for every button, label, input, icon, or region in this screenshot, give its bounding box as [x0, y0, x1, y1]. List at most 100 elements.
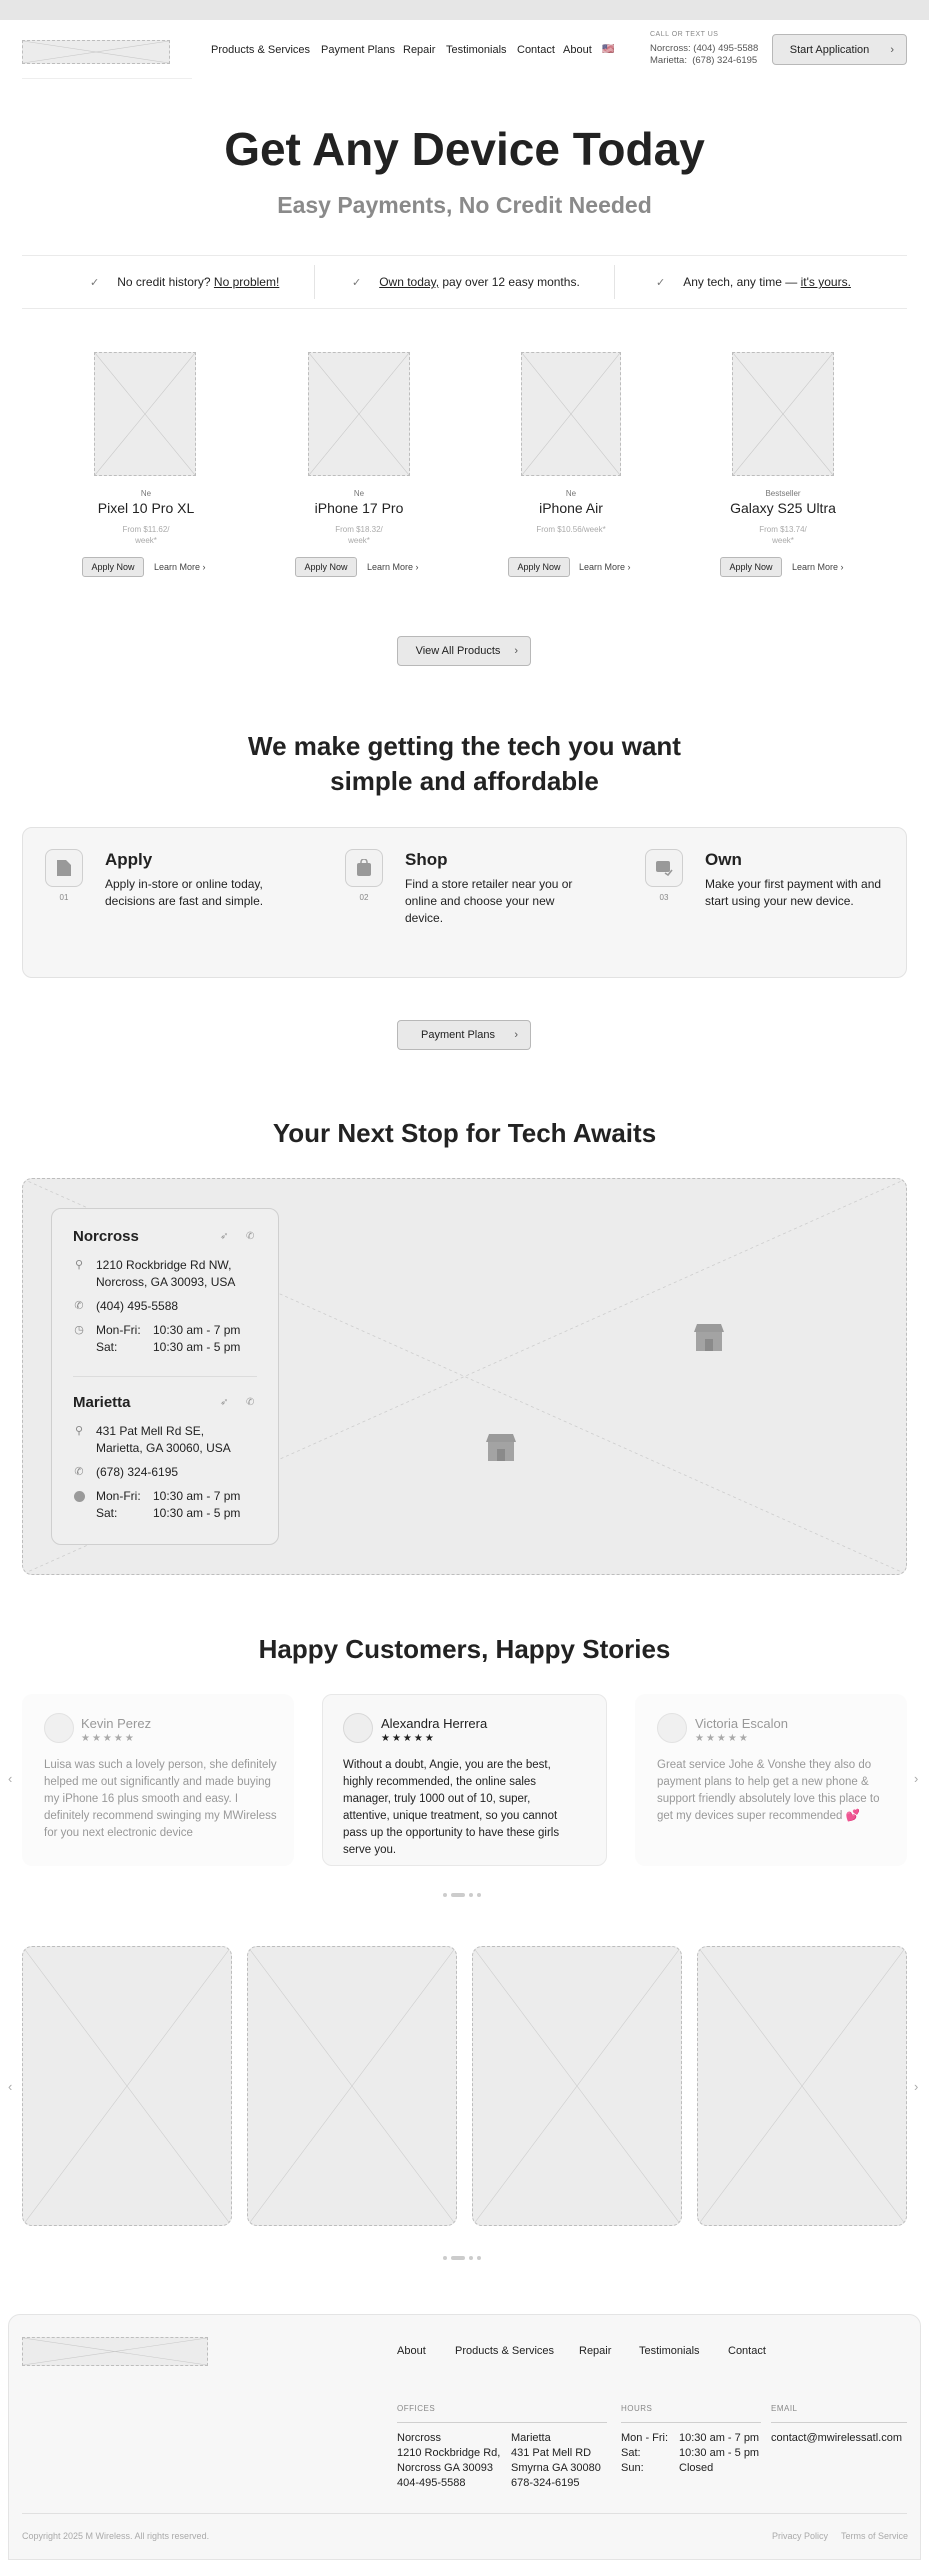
carousel-dot[interactable]: [443, 1893, 447, 1897]
nav-testimonials[interactable]: Testimonials: [446, 44, 507, 56]
product-title[interactable]: iPhone 17 Pro: [289, 501, 429, 516]
features-separator: [614, 265, 615, 299]
carousel-prev-icon[interactable]: ‹: [8, 1771, 12, 1786]
terms-of-service-link[interactable]: Terms of Service: [841, 2531, 908, 2541]
learn-more-link[interactable]: Learn More ›: [792, 562, 844, 572]
hours-day: Mon-Fri:: [96, 1489, 141, 1503]
footer-link-contact[interactable]: Contact: [728, 2345, 766, 2357]
carousel-dot[interactable]: [477, 1893, 481, 1897]
avatar: [657, 1713, 687, 1743]
footer-link-repair[interactable]: Repair: [579, 2345, 611, 2357]
product-title[interactable]: iPhone Air: [501, 501, 641, 516]
logo[interactable]: [22, 40, 170, 64]
gallery-image[interactable]: [697, 1946, 907, 2226]
carousel-dot-active[interactable]: [451, 2256, 465, 2260]
product-tag: Ne: [140, 489, 152, 498]
gallery-next-icon[interactable]: ›: [914, 2079, 918, 2094]
product-price-unit: week*: [772, 536, 794, 545]
product-title[interactable]: Galaxy S25 Ultra: [713, 501, 853, 516]
office-line: Norcross: [397, 2432, 442, 2444]
directions-icon[interactable]: ➶: [220, 1397, 228, 1408]
carousel-dot-active[interactable]: [451, 1893, 465, 1897]
product-image[interactable]: [521, 352, 621, 476]
start-application-button[interactable]: Start Application ›: [772, 34, 907, 65]
nav-contact[interactable]: Contact: [517, 44, 555, 56]
store-phone[interactable]: (678) 324-6195: [96, 1464, 178, 1481]
footer-link-about[interactable]: About: [397, 2345, 426, 2357]
footer-link-products[interactable]: Products & Services: [455, 2345, 554, 2357]
payment-plans-button[interactable]: Payment Plans ›: [397, 1020, 531, 1050]
store-marker-icon[interactable]: [485, 1432, 517, 1467]
step-item: 02: [345, 849, 383, 902]
call-label: CALL OR TEXT US: [650, 31, 719, 38]
footer-link-testimonials[interactable]: Testimonials: [639, 2345, 700, 2357]
copyright: Copyright 2025 M Wireless. All rights re…: [22, 2531, 210, 2541]
gallery-image[interactable]: [22, 1946, 232, 2226]
carousel-dot[interactable]: [469, 2256, 473, 2260]
feature-link[interactable]: No problem!: [214, 275, 279, 289]
office-line: 1210 Rockbridge Rd,: [397, 2447, 501, 2459]
office-norcross: Norcross 1210 Rockbridge Rd, Norcross GA…: [397, 2431, 500, 2491]
feature-link[interactable]: it's yours.: [801, 275, 851, 289]
hours-time: 10:30 am - 5 pm: [153, 1340, 241, 1354]
footer-logo[interactable]: [22, 2337, 208, 2366]
phone-marietta[interactable]: Marietta: (678) 324-6195: [650, 55, 757, 66]
privacy-policy-link[interactable]: Privacy Policy: [772, 2531, 828, 2541]
gallery-image[interactable]: [472, 1946, 682, 2226]
product-title[interactable]: Pixel 10 Pro XL: [76, 501, 216, 516]
store-name: Norcross: [73, 1228, 139, 1245]
nav-about[interactable]: About: [563, 44, 592, 56]
check-icon: ✓: [352, 277, 362, 289]
hours-day: Mon - Fri:: [621, 2432, 669, 2444]
phone-icon[interactable]: ✆: [246, 1397, 254, 1408]
avatar: [343, 1713, 373, 1743]
nav-repair[interactable]: Repair: [403, 44, 435, 56]
office-phone[interactable]: 678-324-6195: [511, 2476, 601, 2491]
store-phone[interactable]: (404) 495-5588: [96, 1298, 178, 1315]
store-address-line: 431 Pat Mell Rd SE,: [96, 1424, 205, 1438]
product-image[interactable]: [94, 352, 196, 476]
phone-icon[interactable]: ✆: [246, 1231, 254, 1242]
locations-title: Your Next Stop for Tech Awaits: [272, 1118, 657, 1148]
carousel-next-icon[interactable]: ›: [914, 1771, 918, 1786]
apply-now-button[interactable]: Apply Now: [295, 557, 357, 577]
product-image[interactable]: [308, 352, 410, 476]
offices-divider: [397, 2422, 607, 2423]
learn-more-link[interactable]: Learn More ›: [579, 562, 631, 572]
learn-more-link[interactable]: Learn More ›: [367, 562, 419, 572]
hours-time: 10:30 am - 5 pm: [153, 1506, 241, 1520]
nav-payment-plans[interactable]: Payment Plans: [321, 44, 395, 56]
apply-now-button[interactable]: Apply Now: [82, 557, 144, 577]
check-icon: ✓: [656, 277, 666, 289]
office-phone[interactable]: 404-495-5588: [397, 2476, 500, 2491]
learn-more-link[interactable]: Learn More ›: [154, 562, 206, 572]
product-tag: Bestseller: [765, 489, 801, 498]
nav-products-services[interactable]: Products & Services: [211, 44, 310, 56]
phone-norcross[interactable]: Norcross: (404) 495-5588: [650, 43, 758, 54]
gallery-prev-icon[interactable]: ‹: [8, 2079, 12, 2094]
feature-item: ✓ Own today, pay over 12 easy months.: [352, 275, 580, 289]
features-separator: [314, 265, 315, 299]
carousel-dot[interactable]: [469, 1893, 473, 1897]
rating-stars: ★★★★★: [381, 1733, 436, 1744]
email-label: EMAIL: [771, 2404, 798, 2413]
apply-now-button[interactable]: Apply Now: [508, 557, 570, 577]
gallery-image[interactable]: [247, 1946, 457, 2226]
chevron-right-icon: ›: [890, 43, 894, 56]
feature-link[interactable]: Own today,: [379, 275, 439, 289]
hours-day: Sat:: [96, 1340, 118, 1354]
product-image[interactable]: [732, 352, 834, 476]
store-marker-icon[interactable]: [693, 1322, 725, 1357]
hours-day: Sat:: [621, 2447, 641, 2459]
rating-stars: ★★★★★: [695, 1733, 750, 1744]
directions-icon[interactable]: ➶: [220, 1231, 228, 1242]
apply-now-button[interactable]: Apply Now: [720, 557, 782, 577]
carousel-dot[interactable]: [477, 2256, 481, 2260]
footer-email[interactable]: contact@mwirelessatl.com: [771, 2431, 902, 2446]
features-bottom-divider: [22, 308, 907, 309]
view-all-products-button[interactable]: View All Products ›: [397, 636, 531, 666]
language-flag-icon[interactable]: 🇺🇸: [602, 44, 614, 55]
office-line: Marietta: [511, 2432, 551, 2444]
hours-day: Mon-Fri:: [96, 1323, 141, 1337]
carousel-dot[interactable]: [443, 2256, 447, 2260]
